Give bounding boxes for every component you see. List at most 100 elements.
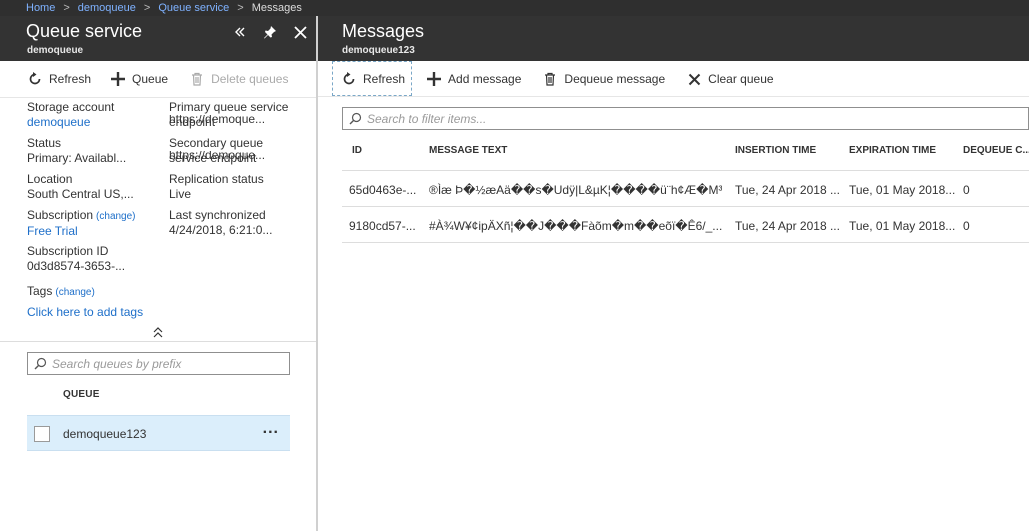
- queue-checkbox[interactable]: [34, 426, 50, 442]
- plus-icon: [109, 70, 127, 88]
- essentials-location: Location South Central US,...: [27, 172, 162, 202]
- breadcrumb-separator: >: [143, 2, 151, 14]
- insertion-time: Tue, 24 Apr 2018 ...: [735, 183, 840, 197]
- table-row[interactable]: 9180cd57-... #À¾W¥¢ipÄXñ¦��J���Fàõm�m��e…: [342, 207, 1029, 243]
- column-header-dequeue-count[interactable]: DEQUEUE C...: [963, 145, 1029, 156]
- queue-column-header[interactable]: QUEUE: [63, 389, 100, 400]
- clear-queue-button[interactable]: Clear queue: [685, 67, 774, 91]
- queue-label: Queue: [132, 72, 169, 86]
- messages-header: Messages demoqueue123: [318, 16, 1029, 61]
- breadcrumb-separator: >: [63, 2, 70, 14]
- queue-service-blade: Refresh Queue Delete queues Storage acco…: [0, 61, 316, 531]
- essentials-last-sync: Last synchronized 4/24/2018, 6:21:0...: [169, 208, 304, 238]
- blade-title: Queue service: [26, 21, 143, 41]
- clear-queue-label: Clear queue: [708, 72, 774, 86]
- secondary-endpoint-label: Secondary queue: [169, 136, 264, 150]
- plus-icon: [425, 70, 443, 88]
- breadcrumb-separator: >: [237, 2, 244, 14]
- subscription-change-link[interactable]: (change): [96, 211, 135, 222]
- breadcrumb: Home > demoqueue > Queue service > Messages: [0, 0, 1029, 16]
- dequeue-count: 0: [963, 183, 970, 197]
- message-id: 65d0463e-...: [349, 183, 417, 197]
- tags-change-link[interactable]: (change): [55, 287, 94, 298]
- add-message-button[interactable]: Add message: [425, 67, 521, 91]
- breadcrumb-queue-service[interactable]: Queue service: [158, 2, 229, 14]
- queue-row[interactable]: demoqueue123 ...: [27, 415, 290, 451]
- secondary-endpoint-value: https://demoque...: [169, 151, 266, 162]
- essentials-primary-endpoint: Primary queue service endpoint https://d…: [169, 100, 304, 130]
- pin-icon[interactable]: [260, 22, 280, 42]
- trash-icon: [188, 70, 206, 88]
- expiration-time: Tue, 01 May 2018...: [849, 183, 955, 197]
- location-label: Location: [27, 172, 73, 186]
- status-value: Primary: Availabl...: [27, 151, 127, 165]
- add-queue-button[interactable]: Queue: [109, 67, 168, 91]
- toolbar-divider: [0, 97, 316, 98]
- column-header-insertion-time[interactable]: INSERTION TIME: [735, 145, 816, 156]
- column-header-expiration-time[interactable]: EXPIRATION TIME: [849, 145, 936, 156]
- essentials-subscription-id: Subscription ID 0d3d8574-3653-...: [27, 244, 162, 274]
- insertion-time: Tue, 24 Apr 2018 ...: [735, 219, 840, 233]
- location-value: South Central US,...: [27, 187, 134, 201]
- refresh-button[interactable]: Refresh: [340, 67, 405, 91]
- add-tags: Click here to add tags: [27, 305, 227, 320]
- essentials-status: Status Primary: Availabl...: [27, 136, 162, 166]
- essentials-secondary-endpoint: Secondary queue service endpoint https:/…: [169, 136, 304, 166]
- subscription-link[interactable]: Free Trial: [27, 224, 162, 239]
- table-row[interactable]: 65d0463e-... ®Ìæ Þ�½æAä��s�Udÿ|L&µK¦����…: [342, 171, 1029, 207]
- filter-messages-input[interactable]: [367, 111, 1028, 126]
- delete-queues-label: Delete queues: [211, 72, 289, 86]
- expiration-time: Tue, 01 May 2018...: [849, 219, 955, 233]
- refresh-label: Refresh: [363, 72, 406, 86]
- search-icon: [349, 112, 362, 125]
- collapse-essentials-icon[interactable]: [150, 326, 166, 340]
- dequeue-message-label: Dequeue message: [564, 72, 666, 86]
- add-tags-link[interactable]: Click here to add tags: [27, 305, 227, 320]
- refresh-button[interactable]: Refresh: [26, 67, 91, 91]
- toolbar-divider: [318, 96, 1029, 97]
- column-header-message-text[interactable]: MESSAGE TEXT: [429, 145, 507, 156]
- breadcrumb-home[interactable]: Home: [26, 2, 55, 14]
- collapse-blade-icon[interactable]: [230, 22, 250, 42]
- queue-name: demoqueue123: [63, 427, 147, 441]
- subscription-label: Subscription: [27, 208, 94, 222]
- storage-account-label: Storage account: [27, 100, 115, 114]
- dequeue-message-button[interactable]: Dequeue message: [541, 67, 665, 91]
- more-options-button[interactable]: ...: [263, 420, 279, 438]
- close-icon[interactable]: [290, 22, 310, 42]
- column-header-id[interactable]: ID: [352, 145, 362, 156]
- right-toolbar: Refresh Add message Dequeue message Clea…: [340, 67, 774, 91]
- essentials-tags: Tags (change): [27, 284, 162, 300]
- breadcrumb-demoqueue[interactable]: demoqueue: [78, 2, 136, 14]
- status-label: Status: [27, 136, 62, 150]
- last-sync-value: 4/24/2018, 6:21:0...: [169, 223, 273, 237]
- section-divider: [0, 341, 316, 342]
- refresh-icon: [26, 70, 44, 88]
- search-icon: [34, 357, 47, 370]
- replication-label: Replication status: [169, 172, 264, 186]
- storage-account-link[interactable]: demoqueue: [27, 115, 162, 130]
- subscription-id-value: 0d3d8574-3653-...: [27, 259, 126, 273]
- message-id: 9180cd57-...: [349, 219, 416, 233]
- queue-service-header: Queue service demoqueue: [0, 16, 316, 61]
- left-toolbar: Refresh Queue Delete queues: [26, 67, 288, 91]
- search-queues-box: [27, 352, 290, 375]
- blade-subtitle: demoqueue: [27, 45, 84, 56]
- breadcrumb-current: Messages: [251, 2, 302, 14]
- primary-endpoint-value: https://demoque...: [169, 115, 266, 126]
- essentials-replication: Replication status Live: [169, 172, 304, 202]
- add-message-label: Add message: [448, 72, 522, 86]
- blade-title: Messages: [342, 21, 425, 41]
- message-text: #À¾W¥¢ipÄXñ¦��J���Fàõm�m��eõï�Ê6/_...: [429, 219, 722, 233]
- dequeue-count: 0: [963, 219, 970, 233]
- delete-queues-button[interactable]: Delete queues: [188, 67, 288, 91]
- search-queues-input[interactable]: [52, 356, 289, 371]
- trash-icon: [541, 70, 559, 88]
- subscription-id-label: Subscription ID: [27, 244, 109, 258]
- primary-endpoint-label: Primary queue service: [169, 100, 289, 114]
- message-text: ®Ìæ Þ�½æAä��s�Udÿ|L&µK¦����ü¨h¢Æ�M³...: [429, 183, 722, 197]
- last-sync-label: Last synchronized: [169, 208, 266, 222]
- replication-value: Live: [169, 187, 192, 201]
- filter-messages-box: [342, 107, 1029, 130]
- essentials-subscription: Subscription (change) Free Trial: [27, 208, 162, 239]
